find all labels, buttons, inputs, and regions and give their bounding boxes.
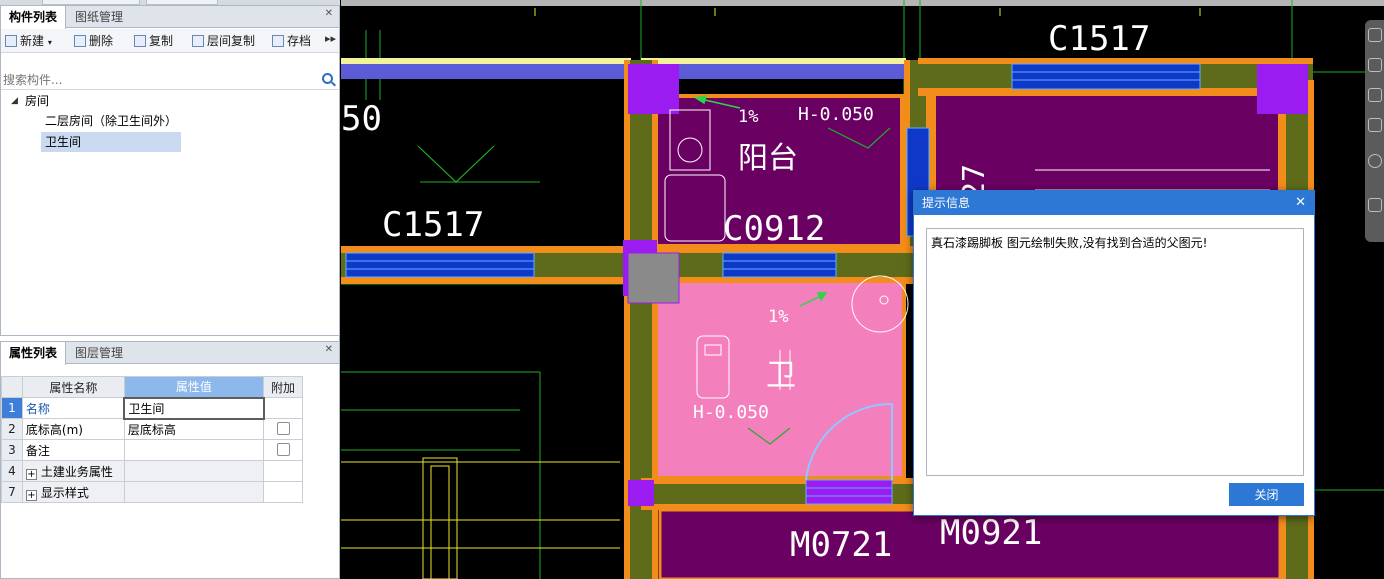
property-list-panel: 属性列表 图层管理 ✕ 属性名称 属性值 附加 1 名称 卫生间 2 底标高(m… <box>0 341 340 579</box>
table-row[interactable]: 4 + 土建业务属性 <box>1 460 303 482</box>
row-number: 1 <box>1 397 23 419</box>
property-extra-header: 附加 <box>263 376 303 398</box>
archive-icon <box>272 35 284 47</box>
wall-top-blue <box>341 64 631 79</box>
copy-icon <box>134 35 146 47</box>
property-extra-cell <box>263 418 303 440</box>
close-icon[interactable]: ✕ <box>325 8 333 19</box>
property-value-input[interactable] <box>123 439 265 461</box>
property-name: 名称 <box>21 397 125 419</box>
search-input[interactable] <box>3 72 317 88</box>
extra-checkbox[interactable] <box>276 443 290 456</box>
row-number: 3 <box>1 439 23 461</box>
dialog-title: 提示信息 <box>914 191 1314 215</box>
label-elevation-2: H-0.050 <box>693 402 769 423</box>
label-c1517-left: C1517 <box>382 205 484 245</box>
property-value-input[interactable]: 层底标高 <box>123 418 265 440</box>
property-value <box>123 460 265 482</box>
property-table-header: 属性名称 属性值 附加 <box>1 376 303 398</box>
table-row[interactable]: 3 备注 <box>1 439 303 461</box>
floor-copy-button[interactable]: 层间复制 <box>192 32 255 50</box>
row-number: 7 <box>1 481 23 503</box>
delete-icon <box>74 35 86 47</box>
label-bathroom: 卫 <box>766 358 796 393</box>
app-window: 构件列表 图纸管理 ✕ 新建 ▾ 删除 复制 层间复制 存档 ▸▸ ◢ 房间 <box>0 0 1384 579</box>
layers-icon[interactable] <box>1368 58 1382 72</box>
info-dialog: 提示信息 ✕ 真石漆踢脚板 图元绘制失败,没有找到合适的父图元! 关闭 <box>913 190 1315 516</box>
expand-icon[interactable]: + <box>25 468 37 480</box>
close-icon[interactable]: ✕ <box>1295 191 1306 215</box>
tree-node-room[interactable]: ◢ 房间 <box>1 91 201 111</box>
label-edge-left: 50 <box>341 99 382 139</box>
column-gray <box>627 252 680 304</box>
label-c1517-top: C1517 <box>1048 19 1150 59</box>
label-elevation-1: H-0.050 <box>798 104 874 125</box>
tree-node-floor2-rooms[interactable]: 二层房间（除卫生间外） <box>41 111 241 131</box>
new-icon <box>5 35 17 47</box>
property-name: 底标高(m) <box>21 418 125 440</box>
archive-button[interactable]: 存档 <box>272 32 311 50</box>
row-number: 4 <box>1 460 23 482</box>
property-value-header: 属性值 <box>123 376 265 398</box>
floor-copy-icon <box>192 35 204 47</box>
component-panel-tabs: 构件列表 图纸管理 ✕ <box>1 6 339 29</box>
property-panel-tabs: 属性列表 图层管理 ✕ <box>1 342 339 365</box>
property-group[interactable]: + 显示样式 <box>21 481 125 503</box>
table-row[interactable]: 1 名称 卫生间 <box>1 396 303 420</box>
orbit-icon[interactable] <box>1368 154 1382 168</box>
delete-button[interactable]: 删除 <box>74 32 113 50</box>
property-extra-cell <box>263 460 303 482</box>
expand-icon[interactable]: + <box>25 489 37 501</box>
property-extra-cell <box>263 439 303 461</box>
property-extra-cell <box>263 481 303 503</box>
label-c0912: C0912 <box>723 209 825 249</box>
cube-icon[interactable] <box>1368 118 1382 132</box>
property-table: 属性名称 属性值 附加 1 名称 卫生间 2 底标高(m) 层底标高 3 备注 … <box>1 376 303 503</box>
tree-node-bathroom[interactable]: 卫生间 <box>41 132 181 152</box>
wall-top-blue-mid <box>641 64 906 79</box>
row-number-header <box>1 376 23 398</box>
property-name-header: 属性名称 <box>21 376 125 398</box>
extra-checkbox[interactable] <box>276 422 290 435</box>
label-balcony: 阳台 <box>738 141 798 176</box>
tab-component-list[interactable]: 构件列表 <box>1 6 67 29</box>
component-toolbar: 新建 ▾ 删除 复制 层间复制 存档 ▸▸ <box>1 29 339 53</box>
rotate-icon[interactable] <box>1368 28 1382 42</box>
component-list-panel: 构件列表 图纸管理 ✕ 新建 ▾ 删除 复制 层间复制 存档 ▸▸ ◢ 房间 <box>0 5 340 336</box>
view-toolbar <box>1365 20 1384 242</box>
property-value-input[interactable]: 卫生间 <box>123 396 265 420</box>
search-icon[interactable] <box>322 73 333 84</box>
property-group[interactable]: + 土建业务属性 <box>21 460 125 482</box>
label-m0721: M0721 <box>790 525 892 565</box>
left-panel: 构件列表 图纸管理 ✕ 新建 ▾ 删除 复制 层间复制 存档 ▸▸ ◢ 房间 <box>0 0 340 579</box>
close-button[interactable]: 关闭 <box>1229 483 1304 506</box>
copy-button[interactable]: 复制 <box>134 32 173 50</box>
grid-icon[interactable] <box>1368 198 1382 212</box>
close-icon[interactable]: ✕ <box>325 344 333 355</box>
tab-drawing-management[interactable]: 图纸管理 <box>67 6 131 28</box>
tab-property-list[interactable]: 属性列表 <box>1 342 67 365</box>
label-m0921: M0921 <box>940 513 1042 553</box>
property-extra-cell <box>263 397 303 419</box>
label-slope-2: 1% <box>768 307 788 327</box>
row-number: 2 <box>1 418 23 440</box>
dialog-message: 真石漆踢脚板 图元绘制失败,没有找到合适的父图元! <box>926 228 1304 476</box>
component-search <box>1 70 339 90</box>
tab-layer-management[interactable]: 图层管理 <box>67 342 131 364</box>
new-button[interactable]: 新建 ▾ <box>5 32 52 50</box>
property-name: 备注 <box>21 439 125 461</box>
more-icon[interactable]: ▸▸ <box>325 32 336 45</box>
dropdown-arrow-icon[interactable]: ▾ <box>48 38 52 47</box>
table-row[interactable]: 7 + 显示样式 <box>1 481 303 503</box>
canvas-top-bar <box>341 0 1384 6</box>
label-slope-1: 1% <box>738 107 758 127</box>
display-icon[interactable] <box>1368 88 1382 102</box>
table-row[interactable]: 2 底标高(m) 层底标高 <box>1 418 303 440</box>
property-value <box>123 481 265 503</box>
collapse-icon[interactable]: ◢ <box>11 91 18 111</box>
